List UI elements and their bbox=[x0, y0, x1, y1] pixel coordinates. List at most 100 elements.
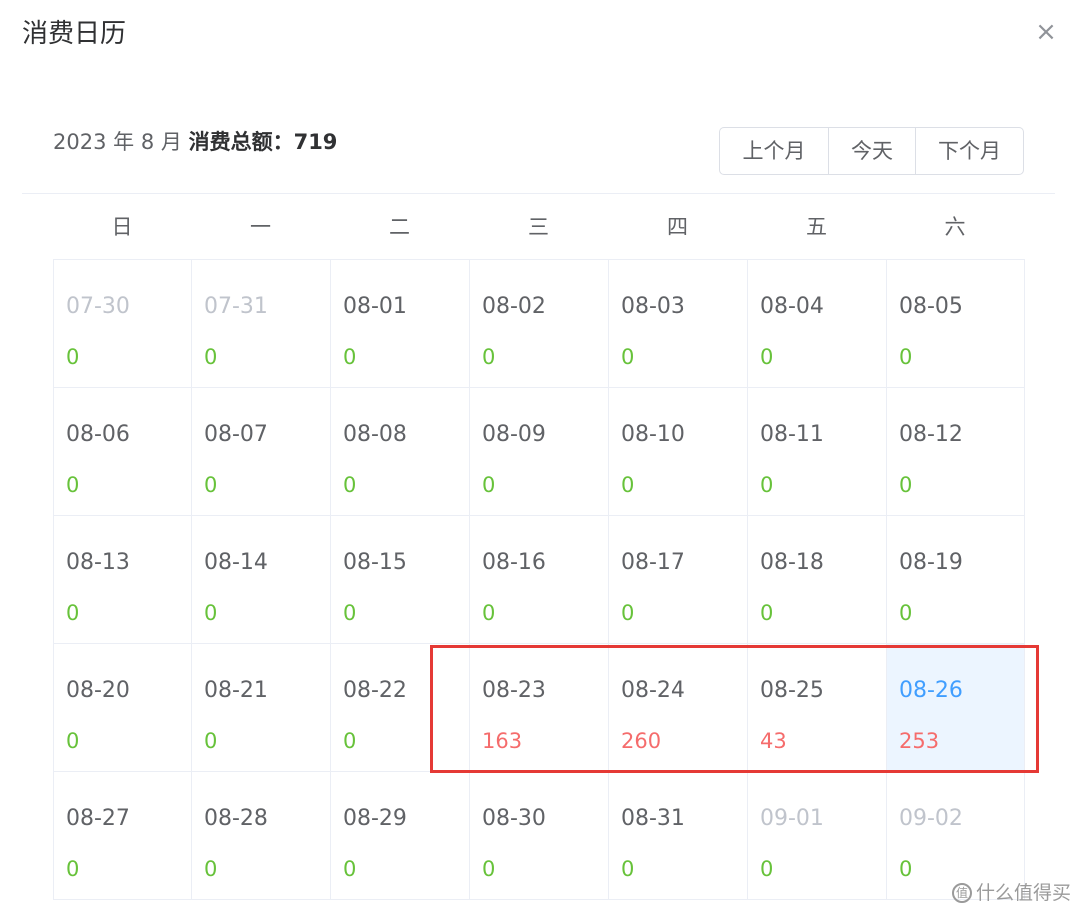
day-date: 08-08 bbox=[343, 422, 407, 447]
watermark-logo-icon: 值 bbox=[952, 883, 972, 903]
day-date: 08-22 bbox=[343, 678, 407, 703]
prev-month-button[interactable]: 上个月 bbox=[720, 128, 829, 174]
month-summary: 2023 年 8 月 消费总额：719 bbox=[53, 126, 337, 158]
day-date: 08-23 bbox=[482, 678, 546, 703]
dialog-title: 消费日历 bbox=[22, 19, 127, 49]
day-amount: 0 bbox=[343, 345, 357, 369]
summary-year-unit: 年 bbox=[113, 130, 135, 154]
calendar-day-cell[interactable]: 08-19 0 bbox=[887, 516, 1025, 644]
calendar-day-cell[interactable]: 08-31 0 bbox=[609, 772, 748, 900]
day-date: 08-31 bbox=[621, 806, 685, 831]
calendar-day-cell[interactable]: 08-06 0 bbox=[54, 388, 192, 516]
day-date: 08-04 bbox=[760, 294, 824, 319]
calendar-day-cell[interactable]: 08-08 0 bbox=[331, 388, 470, 516]
calendar-day-cell[interactable]: 08-27 0 bbox=[54, 772, 192, 900]
day-date: 08-28 bbox=[204, 806, 268, 831]
calendar-day-cell[interactable]: 08-24 260 bbox=[609, 644, 748, 772]
day-date: 08-10 bbox=[621, 422, 685, 447]
day-date: 08-02 bbox=[482, 294, 546, 319]
day-date: 09-02 bbox=[899, 806, 963, 831]
calendar-day-cell[interactable]: 08-04 0 bbox=[748, 260, 887, 388]
day-amount: 43 bbox=[760, 729, 787, 753]
day-amount: 0 bbox=[482, 345, 496, 369]
calendar-day-cell[interactable]: 08-21 0 bbox=[192, 644, 331, 772]
day-date: 08-21 bbox=[204, 678, 268, 703]
calendar-grid: 07-30 0 07-31 0 08-01 0 08-02 0 08-03 0 08-04 0 08-0… bbox=[53, 259, 1025, 900]
day-date: 08-29 bbox=[343, 806, 407, 831]
calendar-day-cell[interactable]: 08-15 0 bbox=[331, 516, 470, 644]
calendar-day-cell[interactable]: 08-22 0 bbox=[331, 644, 470, 772]
day-date: 08-24 bbox=[621, 678, 685, 703]
calendar-day-cell[interactable]: 08-10 0 bbox=[609, 388, 748, 516]
weekday-wed: 三 bbox=[528, 215, 549, 239]
calendar-day-cell[interactable]: 08-26 253 bbox=[887, 644, 1025, 772]
weekday-mon: 一 bbox=[250, 215, 271, 239]
day-amount: 0 bbox=[760, 473, 774, 497]
day-date: 08-20 bbox=[66, 678, 130, 703]
calendar-day-cell[interactable]: 08-17 0 bbox=[609, 516, 748, 644]
day-date: 08-03 bbox=[621, 294, 685, 319]
day-amount: 163 bbox=[482, 729, 523, 753]
summary-month: 8 bbox=[140, 130, 155, 154]
calendar-day-cell[interactable]: 07-30 0 bbox=[54, 260, 192, 388]
day-date: 08-15 bbox=[343, 550, 407, 575]
total-label: 消费总额： bbox=[188, 130, 294, 154]
day-date: 08-16 bbox=[482, 550, 546, 575]
calendar-day-cell[interactable]: 08-28 0 bbox=[192, 772, 331, 900]
day-date: 08-26 bbox=[899, 678, 963, 703]
day-amount: 0 bbox=[204, 857, 218, 881]
calendar-day-cell[interactable]: 08-29 0 bbox=[331, 772, 470, 900]
day-date: 08-27 bbox=[66, 806, 130, 831]
calendar-day-cell[interactable]: 08-25 43 bbox=[748, 644, 887, 772]
calendar-day-cell[interactable]: 08-05 0 bbox=[887, 260, 1025, 388]
day-amount: 0 bbox=[482, 857, 496, 881]
day-amount: 0 bbox=[66, 729, 80, 753]
day-amount: 0 bbox=[66, 345, 80, 369]
day-amount: 0 bbox=[343, 729, 357, 753]
calendar-day-cell[interactable]: 08-23 163 bbox=[470, 644, 609, 772]
calendar-day-cell[interactable]: 08-11 0 bbox=[748, 388, 887, 516]
calendar-day-cell[interactable]: 09-01 0 bbox=[748, 772, 887, 900]
day-amount: 0 bbox=[482, 473, 496, 497]
calendar-day-cell[interactable]: 08-16 0 bbox=[470, 516, 609, 644]
day-amount: 260 bbox=[621, 729, 662, 753]
day-amount: 0 bbox=[66, 857, 80, 881]
day-date: 09-01 bbox=[760, 806, 824, 831]
day-amount: 0 bbox=[899, 345, 913, 369]
calendar-day-cell[interactable]: 08-07 0 bbox=[192, 388, 331, 516]
weekday-fri: 五 bbox=[806, 215, 827, 239]
calendar-day-cell[interactable]: 08-09 0 bbox=[470, 388, 609, 516]
month-nav-group: 上个月 今天 下个月 bbox=[719, 127, 1024, 175]
calendar-day-cell[interactable]: 08-14 0 bbox=[192, 516, 331, 644]
calendar-day-cell[interactable]: 07-31 0 bbox=[192, 260, 331, 388]
day-date: 08-12 bbox=[899, 422, 963, 447]
day-date: 08-11 bbox=[760, 422, 824, 447]
calendar-day-cell[interactable]: 08-12 0 bbox=[887, 388, 1025, 516]
calendar-day-cell[interactable]: 08-01 0 bbox=[331, 260, 470, 388]
today-button[interactable]: 今天 bbox=[829, 128, 916, 174]
calendar-day-cell[interactable]: 08-13 0 bbox=[54, 516, 192, 644]
calendar-day-cell[interactable]: 08-30 0 bbox=[470, 772, 609, 900]
close-icon[interactable]: × bbox=[1032, 18, 1060, 46]
day-amount: 0 bbox=[204, 729, 218, 753]
day-amount: 0 bbox=[204, 473, 218, 497]
calendar-day-cell[interactable]: 08-18 0 bbox=[748, 516, 887, 644]
calendar-day-cell[interactable]: 08-03 0 bbox=[609, 260, 748, 388]
calendar-day-cell[interactable]: 08-20 0 bbox=[54, 644, 192, 772]
weekday-tue: 二 bbox=[389, 215, 410, 239]
day-amount: 0 bbox=[343, 473, 357, 497]
day-amount: 0 bbox=[899, 601, 913, 625]
calendar-day-cell[interactable]: 08-02 0 bbox=[470, 260, 609, 388]
day-amount: 0 bbox=[760, 345, 774, 369]
summary-year: 2023 bbox=[53, 130, 107, 154]
next-month-button[interactable]: 下个月 bbox=[916, 128, 1023, 174]
day-date: 08-05 bbox=[899, 294, 963, 319]
weekday-sun: 日 bbox=[111, 215, 133, 239]
day-date: 08-07 bbox=[204, 422, 268, 447]
day-amount: 0 bbox=[621, 345, 635, 369]
day-amount: 253 bbox=[899, 729, 940, 753]
day-date: 08-01 bbox=[343, 294, 407, 319]
day-date: 08-09 bbox=[482, 422, 546, 447]
weekday-thu: 四 bbox=[667, 215, 688, 239]
day-amount: 0 bbox=[760, 857, 774, 881]
